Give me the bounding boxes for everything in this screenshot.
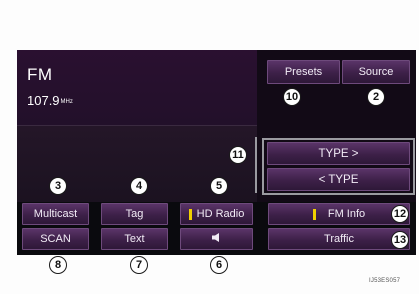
band-label: FM bbox=[27, 65, 53, 84]
frequency-display: 107.9MHz bbox=[27, 93, 73, 108]
callout-11: 11 bbox=[229, 146, 247, 164]
hd-radio-indicator-icon bbox=[188, 208, 192, 220]
callout-7: 7 bbox=[130, 256, 148, 274]
station-info-panel bbox=[17, 50, 257, 125]
callout-3: 3 bbox=[49, 177, 67, 195]
callout-12: 12 bbox=[391, 205, 409, 223]
callout-13: 13 bbox=[391, 231, 409, 249]
audio-button[interactable] bbox=[180, 228, 253, 250]
tag-button[interactable]: Tag bbox=[101, 203, 168, 225]
callout-6: 6 bbox=[210, 256, 228, 274]
fm-info-indicator-icon bbox=[312, 208, 316, 220]
source-button[interactable]: Source bbox=[342, 60, 410, 84]
traffic-button[interactable]: Traffic bbox=[268, 228, 410, 250]
presets-button[interactable]: Presets bbox=[267, 60, 340, 84]
multicast-button[interactable]: Multicast bbox=[22, 203, 89, 225]
frequency-value: 107.9 bbox=[27, 93, 60, 108]
fm-info-label: FM Info bbox=[327, 208, 366, 220]
fm-info-button[interactable]: FM Info bbox=[268, 203, 410, 225]
type-next-button[interactable]: TYPE > bbox=[267, 142, 410, 165]
callout-5: 5 bbox=[210, 177, 228, 195]
hd-radio-button[interactable]: HD Radio bbox=[180, 203, 253, 225]
callout-8: 8 bbox=[49, 256, 67, 274]
callout-10: 10 bbox=[283, 88, 301, 106]
hd-radio-label: HD Radio bbox=[196, 208, 245, 220]
speaker-icon bbox=[211, 232, 222, 246]
callout-2: 2 bbox=[367, 88, 385, 106]
figure-code: IJ53ES057 bbox=[369, 278, 401, 284]
type-prev-button[interactable]: < TYPE bbox=[267, 168, 410, 191]
frequency-unit: MHz bbox=[60, 98, 73, 105]
scan-button[interactable]: SCAN bbox=[22, 228, 89, 250]
text-button[interactable]: Text bbox=[101, 228, 168, 250]
callout-4: 4 bbox=[130, 177, 148, 195]
